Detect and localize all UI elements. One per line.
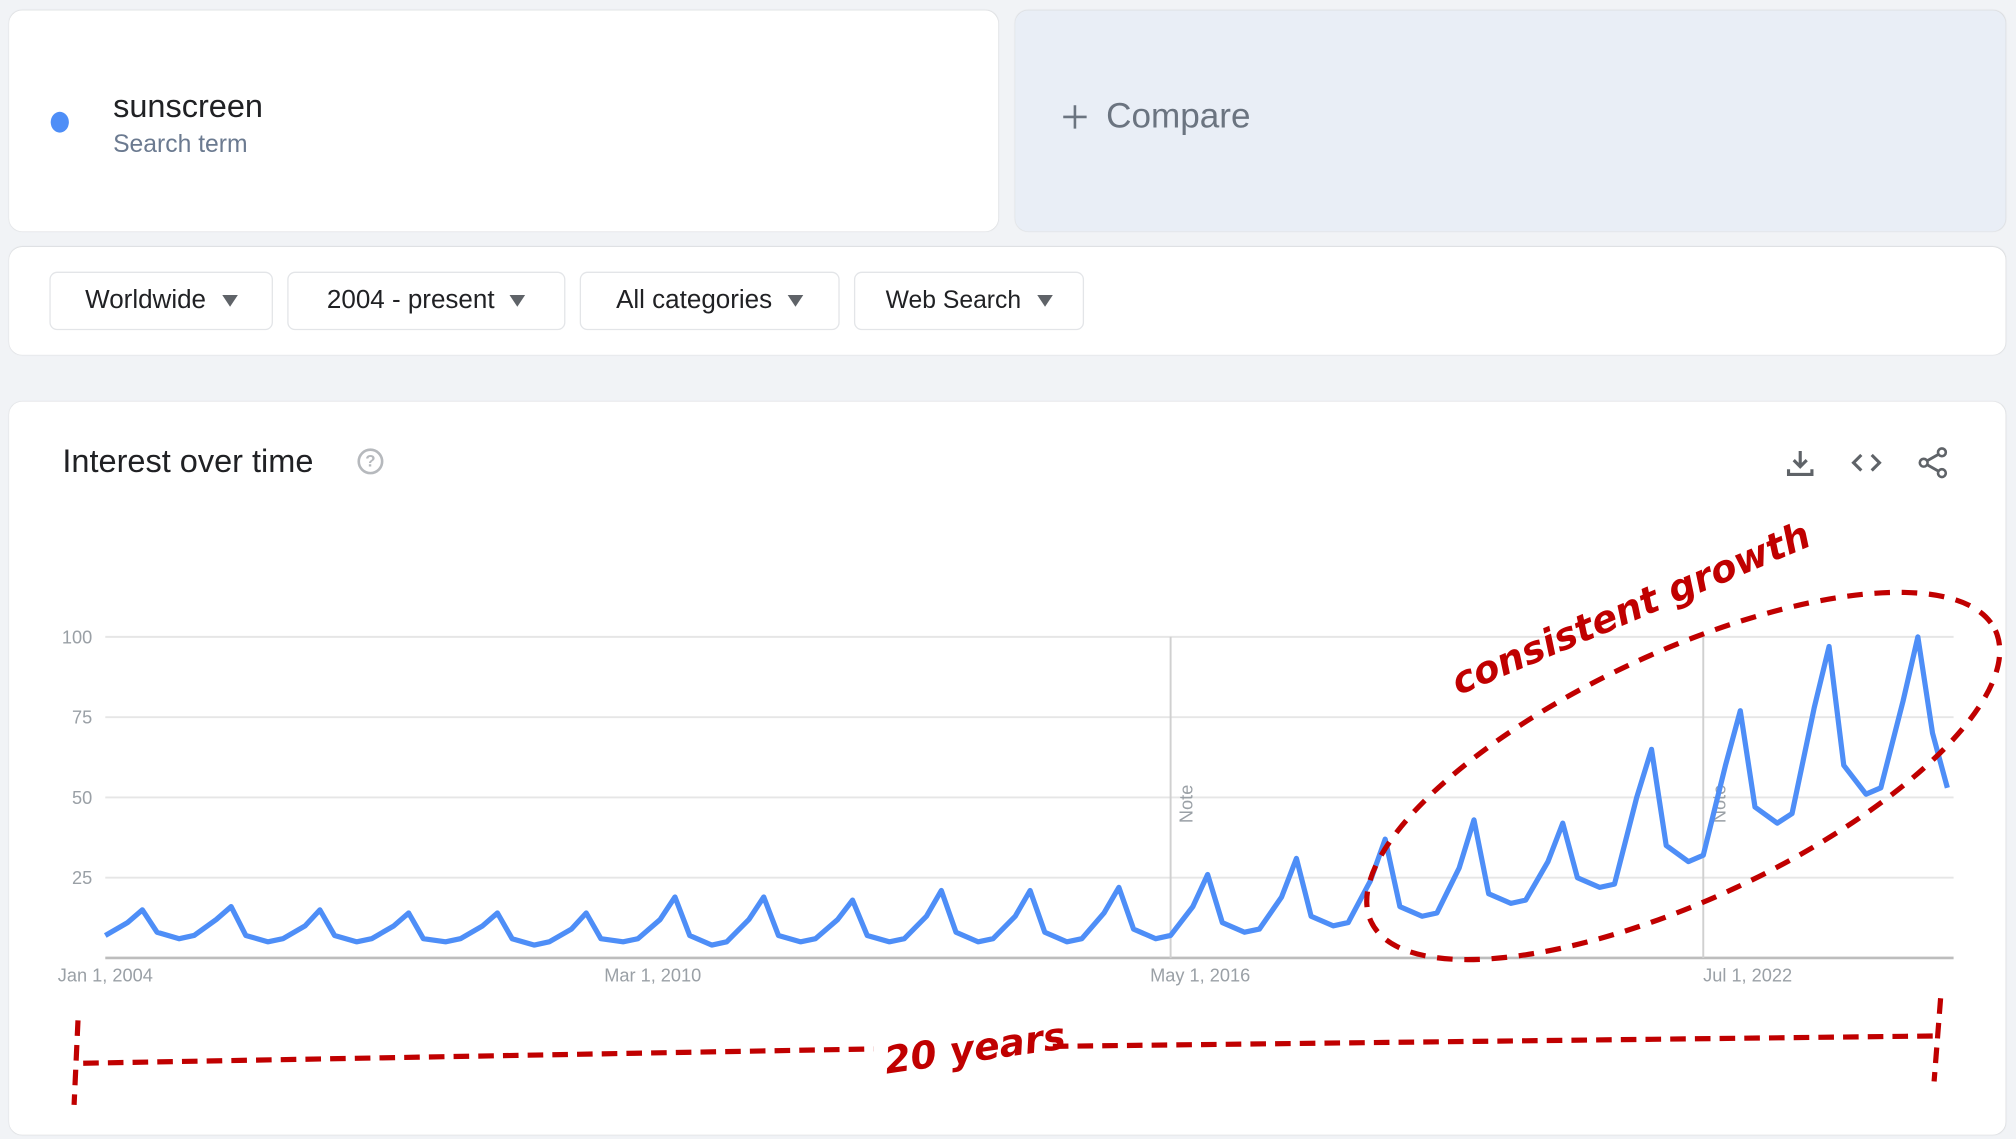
y-tick-label: 50 <box>72 788 92 808</box>
span-annotation: 20 years <box>882 1014 1069 1083</box>
y-tick-label: 25 <box>72 868 92 888</box>
x-tick-label: Mar 1, 2010 <box>604 965 701 985</box>
x-tick-label: May 1, 2016 <box>1150 965 1250 985</box>
x-tick-label: Jan 1, 2004 <box>58 965 153 985</box>
series-line-sunscreen <box>103 634 1950 948</box>
interest-chart: 100755025Note NoteJan 1, 2004 Mar 1, 2010 M… <box>58 513 2003 1105</box>
x-tick-label: Jul 1, 2022 <box>1703 965 1792 985</box>
growth-annotation: consistent growth <box>1445 513 1817 704</box>
trends-page: sunscreen Search term Compare Worldwide … <box>0 0 2016 1139</box>
y-tick-label: 75 <box>72 708 92 728</box>
note-label: Note <box>1177 785 1197 823</box>
y-tick-label: 100 <box>62 627 92 647</box>
